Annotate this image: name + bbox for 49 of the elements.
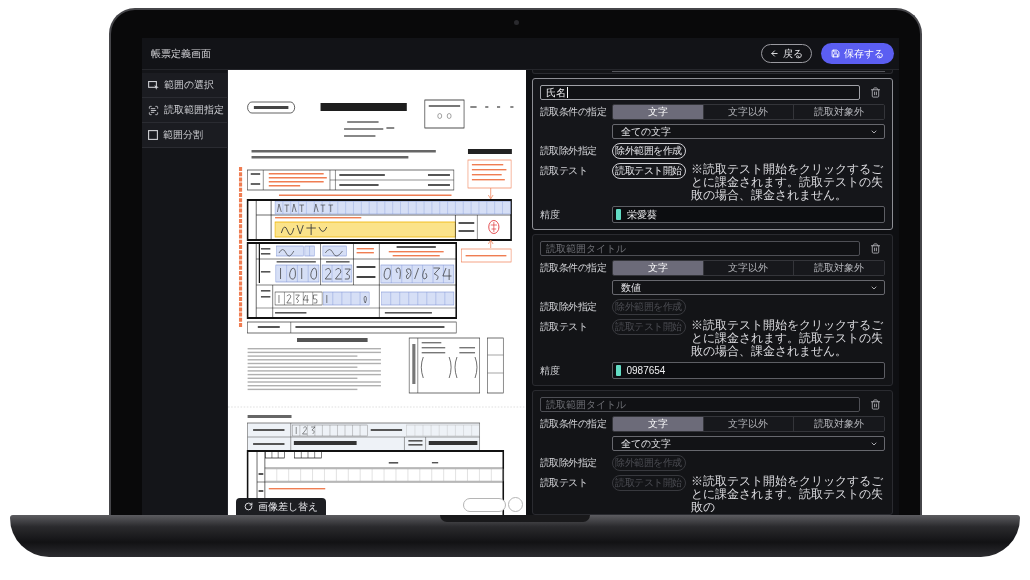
sidebar-item[interactable]: 範囲分割 [141, 123, 227, 148]
condition-dropdown[interactable]: 全ての文字 [611, 436, 885, 451]
billing-note: ※読取テスト開始をクリックするごとに課金されます。読取テストの失敗の [690, 475, 884, 514]
accuracy-label: 精度 [539, 208, 561, 221]
page-title: 帳票定義画面 [150, 48, 211, 59]
exclusion-label: 読取除外指定 [539, 457, 598, 469]
test-label: 読取テスト [539, 476, 588, 490]
condition-option-tab[interactable]: 文字 [612, 105, 703, 119]
square-outline-icon [147, 130, 158, 140]
text-cursor-icon [566, 87, 568, 98]
sidebar-item[interactable]: 読取範囲指定 [141, 98, 227, 123]
exclusion-label: 読取除外指定 [539, 301, 598, 313]
condition-option-tab[interactable]: 読取対象外 [793, 105, 884, 119]
cursor-selection-icon [147, 80, 159, 90]
exclusion-label: 読取除外指定 [539, 145, 598, 157]
condition-option-tab[interactable]: 文字 [612, 417, 703, 431]
accuracy-value: 0987654 [626, 365, 666, 376]
title-input[interactable]: 読取範囲タイトル [539, 397, 860, 412]
condition-dropdown[interactable]: 全ての文字 [611, 124, 885, 139]
save-icon [830, 49, 840, 58]
title-input[interactable]: 読取範囲タイトル [539, 241, 860, 256]
test-label: 読取テスト [539, 164, 588, 178]
trash-icon[interactable] [869, 87, 881, 98]
condition-dropdown[interactable]: 数値 [611, 280, 885, 295]
accuracy-label: 精度 [539, 364, 561, 377]
accuracy-marker-icon [615, 365, 621, 376]
condition-label: 読取条件の指定 [539, 106, 607, 118]
accuracy-value: 栄愛葵 [626, 209, 657, 220]
accuracy-marker-icon [615, 209, 621, 220]
test-label: 読取テスト [539, 320, 588, 334]
condition-option-tab[interactable]: 文字以外 [702, 417, 794, 431]
sidebar-item[interactable]: 範囲の選択 [141, 73, 227, 98]
refresh-icon [243, 502, 253, 511]
condition-label: 読取条件の指定 [539, 418, 607, 430]
condition-label: 読取条件の指定 [539, 262, 607, 274]
arrow-left-icon [769, 49, 779, 58]
condition-option-tab[interactable]: 文字以外 [702, 261, 794, 275]
webcam-icon [513, 20, 519, 25]
condition-option-tab[interactable]: 文字 [612, 261, 703, 275]
condition-option-tab[interactable]: 読取対象外 [793, 261, 884, 275]
trash-icon[interactable] [869, 243, 881, 254]
billing-note: ※読取テスト開始をクリックするごとに課金されます。読取テストの失敗の場合、課金されません。 [690, 319, 884, 358]
billing-note: ※読取テスト開始をクリックするごとに課金されます。読取テストの失敗の場合、課金されません。 [690, 163, 884, 202]
save-button[interactable]: 保存する [820, 43, 894, 64]
condition-option-tab[interactable]: 読取対象外 [793, 417, 884, 431]
text-scan-icon [147, 104, 159, 116]
title-input[interactable]: 氏名 [539, 85, 860, 100]
replace-image-button[interactable]: 画像差し替え [235, 498, 326, 515]
trash-icon[interactable] [869, 399, 881, 410]
